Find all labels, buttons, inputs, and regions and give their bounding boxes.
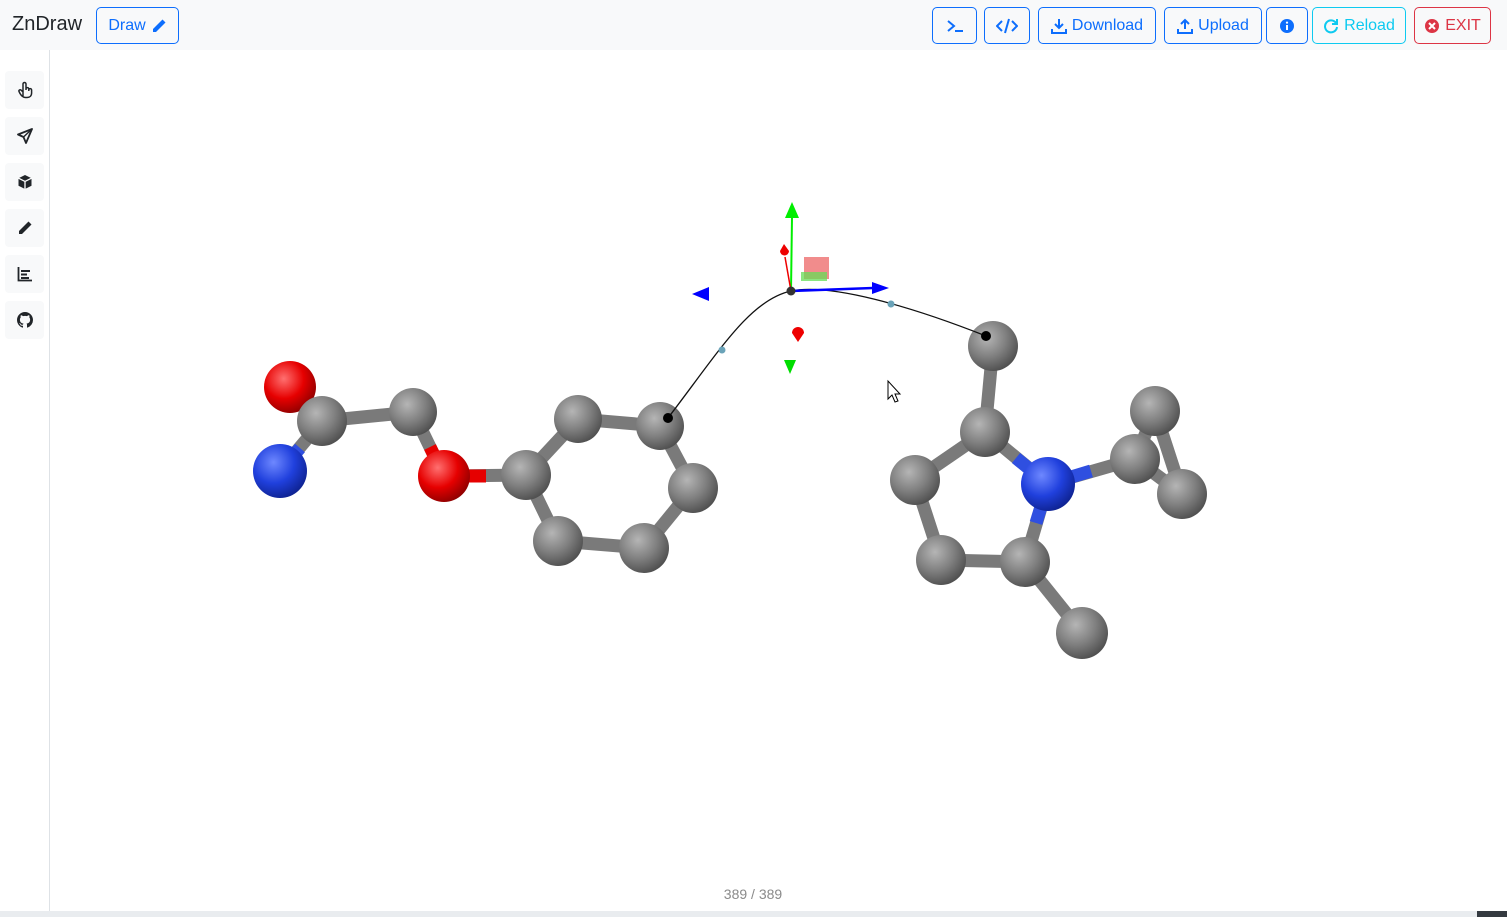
atom-carbon[interactable]	[890, 455, 940, 505]
atom-carbon[interactable]	[1130, 386, 1180, 436]
plane-handle[interactable]	[801, 272, 827, 281]
mouse-cursor-icon	[887, 379, 902, 403]
atom-carbon[interactable]	[619, 523, 669, 573]
sidebar-item-send[interactable]	[5, 117, 44, 155]
sidebar-item-analysis[interactable]	[5, 255, 44, 293]
y-axis-negative-arrow[interactable]	[784, 360, 796, 374]
info-icon	[1280, 18, 1294, 33]
terminal-icon	[946, 19, 963, 32]
x-axis-arrow[interactable]	[872, 282, 889, 294]
download-icon	[1050, 18, 1067, 34]
atom-carbon[interactable]	[1056, 607, 1108, 659]
atom-oxygen[interactable]	[418, 450, 470, 502]
code-icon	[996, 18, 1018, 33]
sidebar-item-draw[interactable]	[5, 209, 44, 247]
bar-chart-icon	[17, 267, 32, 282]
curve-point[interactable]	[981, 331, 991, 341]
y-axis-arrow[interactable]	[785, 202, 799, 218]
atom-carbon[interactable]	[1000, 537, 1050, 587]
reload-button[interactable]: Reload	[1312, 7, 1406, 44]
exit-button[interactable]: EXIT	[1414, 7, 1491, 44]
pencil-icon	[152, 19, 166, 32]
path-curve	[663, 288, 991, 423]
code-button[interactable]	[984, 7, 1030, 44]
navbar: ZnDraw Draw Download Upload Reload EXIT	[0, 0, 1507, 50]
molecule-viewer[interactable]	[50, 50, 1507, 911]
z-axis-handle[interactable]	[780, 244, 789, 256]
atom-carbon[interactable]	[501, 450, 551, 500]
download-label: Download	[1071, 16, 1144, 34]
github-icon	[16, 312, 33, 328]
atom-carbon[interactable]	[389, 388, 437, 436]
info-button[interactable]	[1266, 7, 1308, 44]
terminal-button[interactable]	[932, 7, 977, 44]
atom-carbon[interactable]	[533, 516, 583, 566]
bottom-bar	[0, 911, 1507, 917]
hand-pointer-icon	[17, 81, 32, 99]
curve-midpoint[interactable]	[718, 346, 726, 354]
atom-carbon[interactable]	[968, 321, 1018, 371]
sidebar-item-geometry[interactable]	[5, 163, 44, 201]
atom-carbon[interactable]	[916, 535, 966, 585]
reload-icon	[1324, 18, 1339, 33]
atom-carbon[interactable]	[297, 396, 347, 446]
sidebar	[0, 50, 50, 911]
upload-icon	[1177, 18, 1194, 34]
app-title: ZnDraw	[12, 13, 83, 35]
atom-nitrogen[interactable]	[253, 444, 307, 498]
sidebar-item-pointer[interactable]	[5, 71, 44, 109]
reload-label: Reload	[1344, 16, 1395, 34]
frame-counter: 389 / 389	[723, 886, 783, 902]
x-axis-negative-arrow[interactable]	[692, 287, 709, 301]
atom-carbon[interactable]	[960, 407, 1010, 457]
close-circle-icon	[1425, 18, 1440, 33]
upload-button[interactable]: Upload	[1164, 7, 1262, 44]
cube-icon	[17, 175, 32, 189]
gizmo-center[interactable]	[786, 286, 796, 296]
bottom-accent	[1477, 911, 1507, 917]
atom-carbon[interactable]	[554, 395, 602, 443]
sidebar-item-github[interactable]	[5, 301, 44, 339]
paper-plane-icon	[16, 128, 33, 144]
download-button[interactable]: Download	[1038, 7, 1156, 44]
pencil-icon	[18, 221, 31, 234]
atom-carbon[interactable]	[1110, 434, 1160, 484]
z-axis-negative-handle[interactable]	[792, 327, 804, 342]
atom-carbon[interactable]	[1157, 469, 1207, 519]
atom-nitrogen[interactable]	[1021, 457, 1075, 511]
upload-label: Upload	[1198, 16, 1249, 34]
draw-button[interactable]: Draw	[96, 7, 179, 44]
curve-point[interactable]	[663, 413, 673, 423]
draw-label: Draw	[108, 16, 146, 34]
atom-carbon[interactable]	[636, 402, 684, 450]
exit-label: EXIT	[1445, 16, 1481, 34]
atom-carbon[interactable]	[668, 463, 718, 513]
curve-midpoint[interactable]	[887, 300, 895, 308]
